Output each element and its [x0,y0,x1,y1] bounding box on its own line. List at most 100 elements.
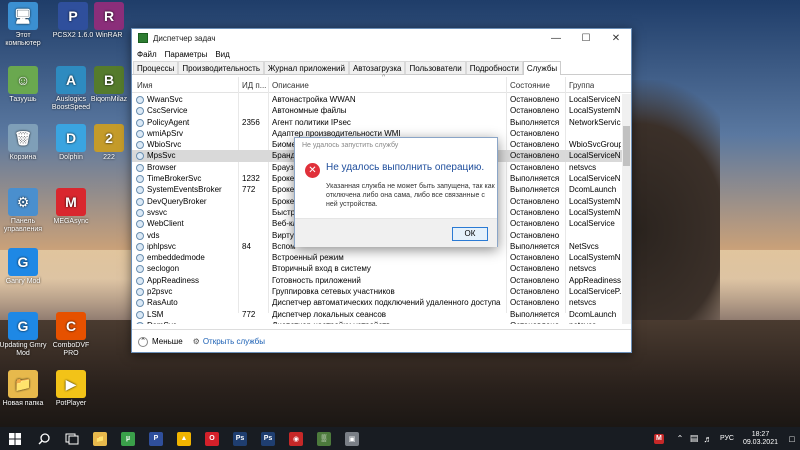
cell-state: Остановлено [510,151,560,161]
tab-services[interactable]: Службы [522,61,562,75]
cell-state: Остановлено [510,253,560,263]
tray-chevron-up-icon[interactable]: ⌃ [673,427,687,450]
taskbar-app-gray-app[interactable]: ▣ [338,427,366,450]
service-icon [136,208,144,217]
volume-icon[interactable]: ♬ [701,427,715,450]
desktop-icon-label: Ganry Mod [5,278,41,285]
fewer-details-label: Меньше [152,337,183,346]
taskbar-app-task-manager[interactable]: ▒ [310,427,338,450]
desktop-icon-label: 222 [103,154,115,161]
fewer-details-button[interactable]: ⌃ Меньше [138,336,183,347]
table-row[interactable]: DsmSvc Диспетчер настройки устройств Остан… [132,320,622,324]
taskbar-app-photoshop-2[interactable]: Ps [254,427,282,450]
desktop-icon[interactable]: 🗑 Корзина [0,124,48,162]
table-row[interactable]: seclogon Вторичный вход в систему Остановл… [132,263,622,274]
service-icon [136,276,144,285]
network-icon[interactable]: ▤ [687,427,701,450]
service-icon [136,96,144,104]
photoshop-1-icon: Ps [233,431,247,446]
cell-group: netsvcs [569,264,597,274]
desktop-icon[interactable]: C ComboDVF PRO [46,312,96,358]
menu-view[interactable]: Вид [215,50,229,59]
scrollbar-thumb[interactable] [623,126,630,166]
column-description[interactable]: Описание [272,81,309,90]
taskbar-app-red-app[interactable]: ◉ [282,427,310,450]
table-row[interactable]: PolicyAgent 2356 Агент политики IPsec Выпол… [132,117,622,128]
desktop-icon[interactable]: 📁 Новая папка [0,370,48,408]
clock-time: 18:27 [751,430,770,438]
table-row[interactable]: WwanSvc Автонастройка WWAN Остановлено Loca… [132,94,622,105]
cell-pid: 772 [242,309,256,319]
desktop-icon-label: BiqomMilaz [90,96,128,103]
vertical-scrollbar[interactable] [622,94,631,324]
taskbar-app-utorrent[interactable]: µ [114,427,142,450]
close-button[interactable]: ✕ [601,29,631,47]
desktop-icon[interactable]: 2 222 [84,124,134,162]
tab-performance[interactable]: Производительность [178,61,264,74]
column-status[interactable]: Состояние [510,81,550,90]
menu-file[interactable]: Файл [137,50,157,59]
desktop-app-icon: 🗑 [8,124,38,152]
search-button[interactable] [30,427,58,450]
tab-app-history[interactable]: Журнал приложений [264,61,349,74]
title-bar[interactable]: Диспетчер задач — ☐ ✕ [132,29,631,47]
table-row[interactable]: AppReadiness Готовность приложений Останов… [132,275,622,286]
cell-state: Выполняется [510,241,560,251]
clock[interactable]: 18:27 09.03.2021 [743,431,778,447]
column-group[interactable]: Группа [569,81,594,90]
cell-group: LocalServiceN... [569,174,621,184]
notifications-icon[interactable]: □ [784,427,800,450]
service-icon [136,152,144,161]
taskbar-app-photoshop-1[interactable]: Ps [226,427,254,450]
desktop-icon[interactable]: ☺ Тазуушь [0,66,48,104]
table-row[interactable]: p2psvc Группировка сетевых участников Оста… [132,286,622,297]
cell-group: LocalServiceN... [569,151,621,161]
cell-name: AppReadiness [147,275,200,285]
ok-button[interactable]: ОК [452,227,488,241]
desktop-app-icon: 2 [94,124,124,152]
service-icon [136,118,144,127]
service-icon [136,163,144,172]
desktop-icon[interactable]: R WinRAR [84,2,134,40]
tab-processes[interactable]: Процессы [133,61,179,74]
cell-state: Остановлено [510,298,560,308]
column-name[interactable]: Имя [137,81,153,90]
photoshop-2-icon: Ps [261,431,275,446]
desktop-icon[interactable]: G Updating Gmry Mod [0,312,48,358]
table-row[interactable]: embeddedmode Встроенный режим Остановлено L… [132,252,622,263]
cell-desc: Диспетчер настройки устройств [272,320,504,324]
menu-options[interactable]: Параметры [165,50,208,59]
start-button[interactable] [0,427,30,450]
cell-name: TimeBrokerSvc [147,174,202,184]
tab-startup[interactable]: Автозагрузка [348,61,406,74]
desktop-icon-label: Панель управления [3,218,43,233]
maximize-button[interactable]: ☐ [571,29,601,47]
tab-users[interactable]: Пользователи [405,61,466,74]
table-row[interactable]: RasAuto Диспетчер автоматических подключе… [132,297,622,308]
table-row[interactable]: LSM 772 Диспетчер локальных сеансов Выполня… [132,309,622,320]
taskbar-app-opera[interactable]: O [198,427,226,450]
cell-group: LocalServiceP... [569,287,621,297]
desktop-icon[interactable]: G Ganry Mod [0,248,48,286]
cell-state: Остановлено [510,230,560,240]
desktop-icon[interactable]: ⚙ Панель управления [0,188,48,234]
tab-details[interactable]: Подробности [465,61,523,74]
service-icon [136,107,144,116]
taskbar-app-pcsx2[interactable]: P [142,427,170,450]
cell-group: AppReadiness [569,275,621,285]
cell-name: RasAuto [147,298,178,308]
desktop-icon[interactable]: 🖥 Этот компьютер [0,2,48,48]
desktop-icon[interactable]: ▶ PotPlayer [46,370,96,408]
taskbar-app-app-yellow[interactable]: ▲ [170,427,198,450]
table-row[interactable]: CscService Автономные файлы Остановлено Loc… [132,105,622,116]
column-pid[interactable]: ИД п... [242,81,267,90]
tab-bar: Процессы Производительность Журнал прило… [132,61,631,75]
desktop-icon[interactable]: M MEGAsync [46,188,96,226]
minimize-button[interactable]: — [541,29,571,47]
open-services-link[interactable]: ⚙ Открыть службы [193,337,265,346]
desktop-icon[interactable]: B BiqomMilaz [84,66,134,104]
task-view-button[interactable] [58,427,86,450]
tray-red-app-icon[interactable]: M [645,427,673,450]
taskbar-app-file-explorer[interactable]: 📁 [86,427,114,450]
language-indicator[interactable]: РУС [715,427,739,450]
